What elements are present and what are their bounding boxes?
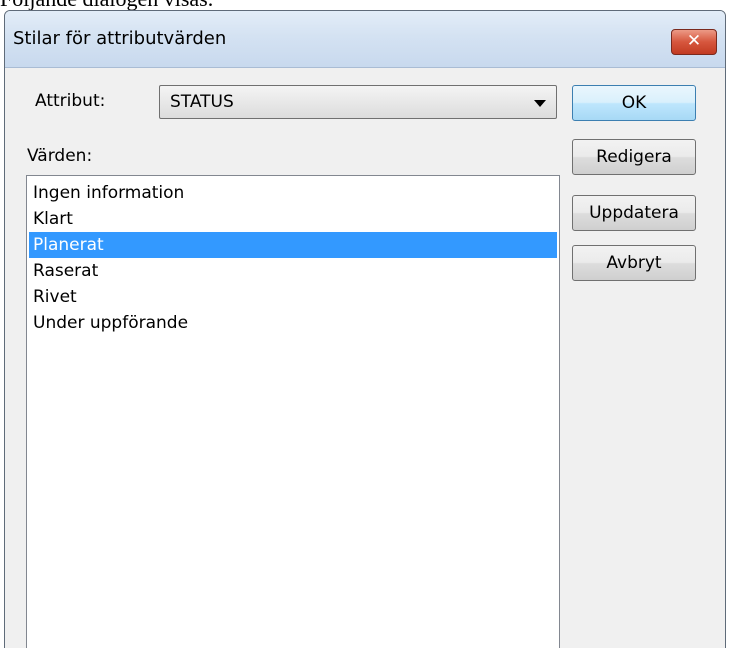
list-item[interactable]: Under uppförande <box>29 310 557 336</box>
attribute-select[interactable]: STATUS <box>159 85 557 119</box>
values-listbox[interactable]: Ingen information Klart Planerat Raserat Riv… <box>26 175 560 648</box>
update-button[interactable]: Uppdatera <box>572 195 696 231</box>
close-button[interactable]: ✕ <box>671 29 717 55</box>
list-item[interactable]: Klart <box>29 206 557 232</box>
list-item[interactable]: Planerat <box>29 232 557 258</box>
ok-button[interactable]: OK <box>572 85 696 121</box>
title-bar: Stilar för attributvärden ✕ <box>5 11 725 68</box>
cancel-button[interactable]: Avbryt <box>572 245 696 281</box>
list-item[interactable]: Ingen information <box>29 180 557 206</box>
edit-button[interactable]: Redigera <box>572 139 696 175</box>
chevron-down-icon <box>534 100 546 107</box>
values-label: Värden: <box>27 146 93 166</box>
list-item[interactable]: Rivet <box>29 284 557 310</box>
dialog-title: Stilar för attributvärden <box>13 28 227 49</box>
close-icon: ✕ <box>686 31 702 51</box>
attribute-select-value: STATUS <box>170 92 234 112</box>
attribute-label: Attribut: <box>35 91 106 111</box>
dialog-window: Stilar för attributvärden ✕ Attribut: ST… <box>4 10 726 648</box>
list-item[interactable]: Raserat <box>29 258 557 284</box>
